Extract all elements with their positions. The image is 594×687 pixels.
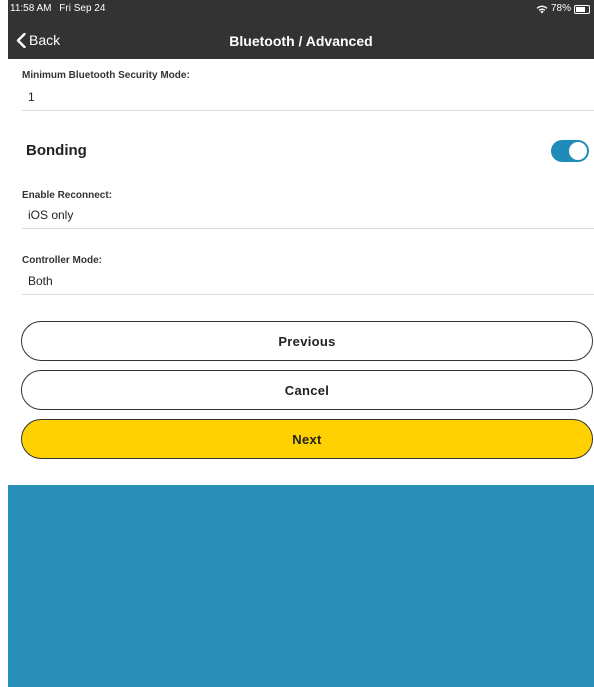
status-bar: 11:58 AM Fri Sep 24 78%	[8, 0, 594, 22]
controller-mode-value[interactable]: Both	[28, 274, 53, 288]
controller-mode-label: Controller Mode:	[22, 255, 102, 266]
toggle-knob	[569, 142, 587, 160]
status-date: Fri Sep 24	[59, 3, 106, 14]
page-title: Bluetooth / Advanced	[229, 33, 373, 49]
status-time: 11:58 AM	[10, 3, 52, 14]
min-security-label: Minimum Bluetooth Security Mode:	[22, 70, 190, 81]
next-button[interactable]: Next	[21, 419, 593, 459]
enable-reconnect-label: Enable Reconnect:	[22, 190, 113, 201]
divider	[22, 228, 594, 229]
min-security-value[interactable]: 1	[28, 90, 35, 104]
divider	[22, 294, 594, 295]
previous-button[interactable]: Previous	[21, 321, 593, 361]
battery-icon	[574, 4, 590, 14]
bottom-panel	[8, 485, 594, 687]
enable-reconnect-value[interactable]: iOS only	[28, 208, 73, 222]
wifi-icon	[536, 5, 548, 14]
battery-percent: 78%	[550, 3, 571, 14]
bonding-toggle[interactable]	[551, 140, 589, 162]
battery-level	[576, 6, 585, 12]
bonding-label: Bonding	[26, 142, 87, 159]
cancel-button[interactable]: Cancel	[21, 370, 593, 410]
status-indicators: 78%	[536, 3, 590, 15]
divider	[22, 110, 594, 111]
app-screen: 11:58 AM Fri Sep 24 78% Back Bluetooth /…	[8, 0, 594, 687]
status-time-date: 11:58 AM Fri Sep 24	[10, 3, 110, 15]
navigation-bar: Back Bluetooth / Advanced	[8, 22, 594, 59]
